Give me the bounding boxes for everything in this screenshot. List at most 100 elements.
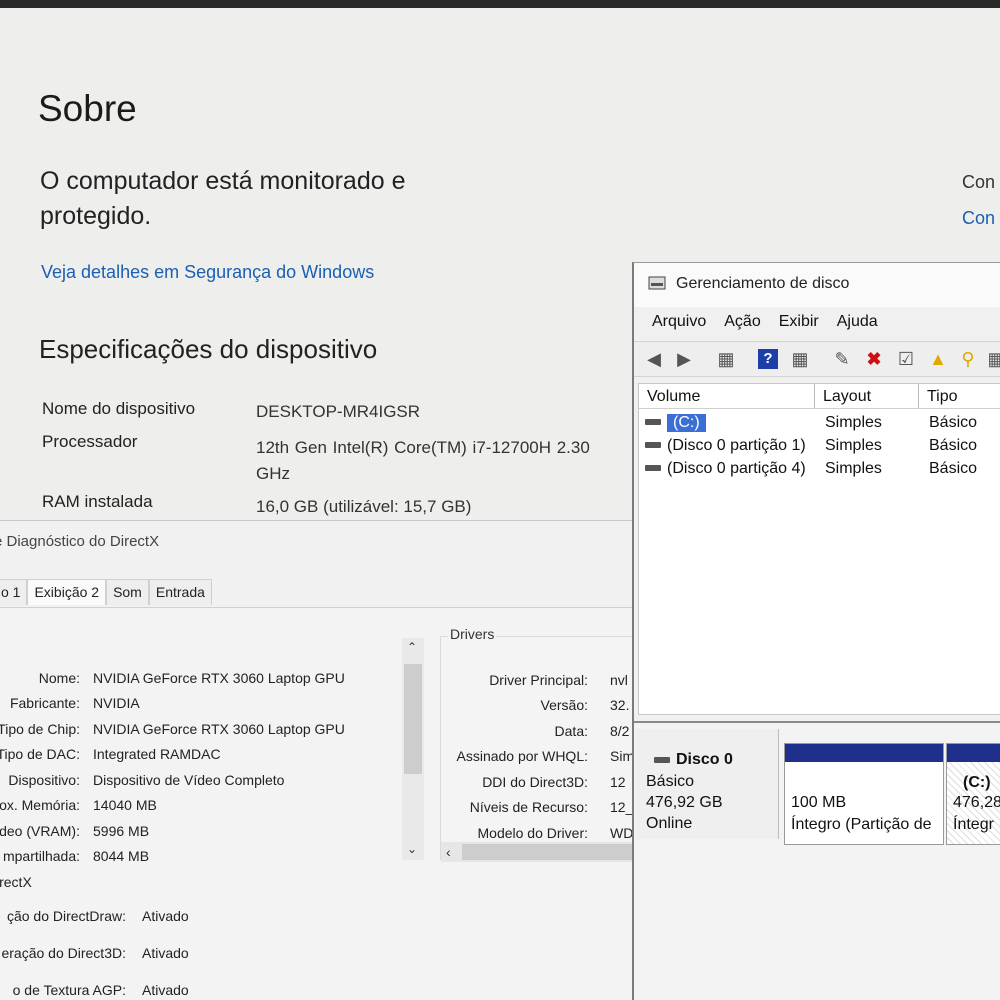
- device-scrollbar-thumb[interactable]: [404, 664, 422, 774]
- column-tipo[interactable]: Tipo: [919, 384, 1000, 408]
- disk-icon: [645, 465, 661, 471]
- menu-bar: Arquivo Ação Exibir Ajuda: [652, 313, 878, 331]
- partition-block-c[interactable]: (C:) 476,28 Íntegr: [946, 743, 1000, 845]
- disk-graphical-view: Disco 0 Básico 476,92 GB Online 100 MB Í…: [634, 721, 1000, 1000]
- column-volume[interactable]: Volume: [639, 384, 815, 408]
- driver-label: Assinado por WHQL:: [456, 748, 589, 764]
- spec-label-processor: Processador: [42, 432, 138, 451]
- device-value: Dispositivo de Vídeo Completo: [93, 772, 285, 788]
- tab-display-2[interactable]: Exibição 2: [27, 579, 107, 605]
- column-layout[interactable]: Layout: [815, 384, 919, 408]
- spec-value-device-name: DESKTOP-MR4IGSR: [256, 402, 421, 421]
- protection-status-text: O computador está monitorado e protegido…: [40, 167, 406, 230]
- driver-label: Modelo do Driver:: [477, 825, 589, 841]
- disk-management-window: Gerenciamento de disco Arquivo Ação Exib…: [632, 262, 1000, 1000]
- volume-list: Volume Layout Tipo (C:) Simples Básico (…: [638, 383, 1000, 715]
- partition-size: 476,28: [953, 794, 1000, 811]
- directx-tab-panel: Nome: NVIDIA GeForce RTX 3060 Laptop GPU…: [0, 607, 632, 1000]
- chevron-down-icon[interactable]: ⌄: [407, 842, 417, 856]
- partition-block[interactable]: 100 MB Íntegro (Partição de: [784, 743, 944, 845]
- spec-value-processor: 12th Gen Intel(R) Core(TM) i7-12700H 2.3…: [256, 438, 590, 483]
- tab-input[interactable]: Entrada: [148, 579, 212, 605]
- screen: Sobre O computador está monitorado e pro…: [0, 8, 1000, 1000]
- security-details-link[interactable]: Veja detalhes em Segurança do Windows: [41, 262, 374, 283]
- right-link-2[interactable]: Con: [962, 208, 995, 229]
- device-label: ox. Memória:: [0, 797, 80, 813]
- partition-status: Íntegro (Partição de: [791, 816, 932, 833]
- tab-display-1[interactable]: o 1: [0, 579, 28, 605]
- directx-diagnostic-window: e Diagnóstico do DirectX o 1 Exibição 2 …: [0, 520, 632, 1000]
- right-link-1[interactable]: Con: [962, 172, 995, 193]
- directx-features-heading: irectX: [0, 874, 32, 890]
- feature-value: Ativado: [142, 945, 189, 961]
- tab-sound[interactable]: Som: [106, 579, 149, 605]
- device-label: Dispositivo:: [8, 772, 80, 788]
- device-label: mpartilhada:: [2, 848, 80, 864]
- device-label: deo (VRAM):: [0, 823, 80, 839]
- disk-name: Disco 0: [676, 751, 733, 768]
- menu-acao[interactable]: Ação: [724, 313, 760, 331]
- properties-grid-icon[interactable]: ▦: [716, 349, 736, 369]
- feature-label: eração do Direct3D:: [1, 945, 126, 961]
- disk-icon: [645, 419, 661, 425]
- help-icon[interactable]: ?: [758, 349, 778, 369]
- device-value: 5996 MB: [93, 823, 150, 839]
- volume-tipo: Básico: [929, 414, 978, 431]
- device-value: NVIDIA: [93, 695, 140, 711]
- search-folder-icon[interactable]: ⚲: [958, 349, 978, 369]
- device-value: NVIDIA GeForce RTX 3060 Laptop GPU: [93, 721, 345, 737]
- chevron-left-icon[interactable]: ‹: [446, 844, 451, 860]
- volume-layout: Simples: [825, 437, 882, 454]
- volume-tipo: Básico: [929, 437, 978, 454]
- list-view-icon[interactable]: ▦: [790, 349, 810, 369]
- device-value: 8044 MB: [93, 848, 150, 864]
- delete-icon[interactable]: ✖: [864, 349, 884, 369]
- device-value: 14040 MB: [93, 797, 157, 813]
- volume-row[interactable]: (C:) Simples Básico: [639, 412, 1000, 435]
- forward-arrow-icon[interactable]: ▶: [674, 349, 694, 369]
- menu-ajuda[interactable]: Ajuda: [837, 313, 878, 331]
- spec-value-ram: 16,0 GB (utilizável: 15,7 GB): [256, 497, 472, 516]
- volume-tipo: Básico: [929, 460, 978, 477]
- partition-status: Íntegr: [953, 816, 994, 833]
- connect-icon[interactable]: ✎: [832, 349, 852, 369]
- spec-label-device-name: Nome do dispositivo: [42, 399, 196, 418]
- disk-size: 476,92 GB: [646, 794, 723, 811]
- device-value: NVIDIA GeForce RTX 3060 Laptop GPU: [93, 670, 345, 686]
- partition-band: [785, 744, 943, 762]
- chevron-up-icon[interactable]: ⌃: [407, 640, 417, 654]
- directx-window-title: e Diagnóstico do DirectX: [0, 533, 160, 550]
- driver-value: 32.: [610, 697, 630, 713]
- feature-value: Ativado: [142, 982, 189, 998]
- driver-value: Sim: [610, 748, 632, 764]
- volume-row[interactable]: (Disco 0 partição 4) Simples Básico: [639, 458, 1000, 481]
- volume-layout: Simples: [825, 460, 882, 477]
- driver-label: Níveis de Recurso:: [469, 799, 588, 815]
- disk-management-icon: [648, 276, 666, 290]
- folder-up-icon[interactable]: ▲: [928, 349, 948, 369]
- directx-tabs: o 1 Exibição 2 Som Entrada: [0, 579, 212, 605]
- disk-management-titlebar[interactable]: Gerenciamento de disco: [634, 263, 1000, 307]
- back-arrow-icon[interactable]: ◀: [644, 349, 664, 369]
- menu-arquivo[interactable]: Arquivo: [652, 313, 706, 331]
- page-title: Sobre: [38, 88, 137, 129]
- specs-heading: Especificações do dispositivo: [39, 334, 378, 364]
- disk-management-title: Gerenciamento de disco: [676, 275, 850, 292]
- device-label: Fabricante:: [9, 695, 80, 711]
- feature-label: o de Textura AGP:: [12, 982, 126, 998]
- more-icon[interactable]: ▦: [986, 349, 1000, 369]
- device-value: Integrated RAMDAC: [93, 746, 221, 762]
- menu-exibir[interactable]: Exibir: [779, 313, 819, 331]
- feature-value: Ativado: [142, 908, 189, 924]
- check-icon[interactable]: ☑: [896, 349, 916, 369]
- disk-icon: [645, 442, 661, 448]
- volume-name: (Disco 0 partição 1): [667, 437, 806, 454]
- volume-name: (Disco 0 partição 4): [667, 460, 806, 477]
- volume-row[interactable]: (Disco 0 partição 1) Simples Básico: [639, 435, 1000, 458]
- volume-list-header: Volume Layout Tipo: [639, 384, 1000, 409]
- drivers-scrollbar-thumb[interactable]: [462, 844, 632, 860]
- driver-label: Versão:: [540, 697, 588, 713]
- disk-info-panel[interactable]: Disco 0 Básico 476,92 GB Online: [636, 729, 779, 839]
- disk-icon: [654, 757, 670, 763]
- driver-value: WD: [610, 825, 632, 841]
